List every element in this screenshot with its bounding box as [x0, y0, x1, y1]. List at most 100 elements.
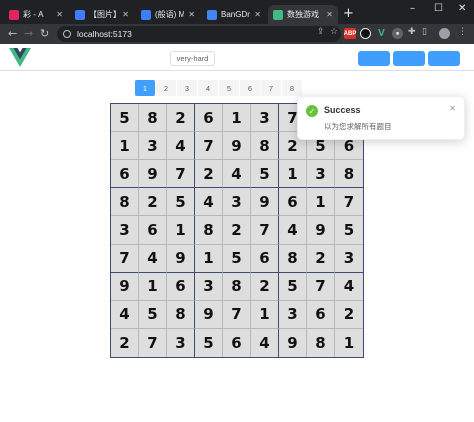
- sudoku-cell[interactable]: 9: [167, 244, 195, 273]
- header-action-button-2[interactable]: [393, 51, 425, 66]
- sudoku-cell[interactable]: 3: [195, 272, 223, 301]
- sudoku-cell[interactable]: 4: [335, 272, 363, 301]
- page-button[interactable]: 5: [219, 80, 239, 96]
- browser-tab[interactable]: 数独游戏 ✕: [268, 5, 338, 24]
- extensions-puzzle-icon[interactable]: ✚: [408, 27, 416, 37]
- sudoku-cell[interactable]: 2: [195, 160, 223, 189]
- close-icon[interactable]: ✕: [449, 104, 456, 113]
- sudoku-cell[interactable]: 6: [111, 160, 139, 189]
- browser-tab[interactable]: 彩 - A ✕: [4, 5, 68, 24]
- page-button[interactable]: 7: [261, 80, 281, 96]
- sudoku-cell[interactable]: 3: [335, 244, 363, 273]
- sudoku-cell[interactable]: 8: [139, 104, 167, 133]
- sudoku-cell[interactable]: 1: [167, 216, 195, 245]
- sudoku-cell[interactable]: 2: [307, 244, 335, 273]
- sudoku-cell[interactable]: 6: [223, 328, 251, 357]
- profile-avatar[interactable]: [439, 28, 450, 39]
- sudoku-cell[interactable]: 1: [279, 160, 307, 189]
- sudoku-cell[interactable]: 5: [195, 328, 223, 357]
- sudoku-cell[interactable]: 8: [223, 272, 251, 301]
- sudoku-cell[interactable]: 9: [111, 272, 139, 301]
- sudoku-cell[interactable]: 2: [335, 300, 363, 329]
- sudoku-cell[interactable]: 9: [223, 132, 251, 161]
- bookmark-star-icon[interactable]: ☆: [330, 27, 338, 37]
- sudoku-cell[interactable]: 2: [251, 272, 279, 301]
- sudoku-cell[interactable]: 7: [335, 188, 363, 217]
- maximize-icon[interactable]: ☐: [434, 3, 443, 14]
- close-tab-icon[interactable]: ✕: [56, 10, 63, 19]
- sudoku-cell[interactable]: 8: [335, 160, 363, 189]
- minimize-icon[interactable]: –: [410, 3, 415, 14]
- sudoku-cell[interactable]: 6: [167, 272, 195, 301]
- sudoku-cell[interactable]: 3: [111, 216, 139, 245]
- sudoku-cell[interactable]: 7: [307, 272, 335, 301]
- sudoku-cell[interactable]: 2: [167, 104, 195, 133]
- share-icon[interactable]: ⇪: [317, 27, 325, 37]
- sudoku-cell[interactable]: 5: [335, 216, 363, 245]
- page-button[interactable]: 1: [135, 80, 155, 96]
- sudoku-cell[interactable]: 3: [223, 188, 251, 217]
- sudoku-cell[interactable]: 1: [223, 104, 251, 133]
- sudoku-cell[interactable]: 1: [195, 244, 223, 273]
- page-button[interactable]: 3: [177, 80, 197, 96]
- sudoku-cell[interactable]: 3: [251, 104, 279, 133]
- sudoku-cell[interactable]: 2: [111, 328, 139, 357]
- sudoku-cell[interactable]: 3: [167, 328, 195, 357]
- sudoku-cell[interactable]: 4: [111, 300, 139, 329]
- sudoku-cell[interactable]: 2: [139, 188, 167, 217]
- browser-tab[interactable]: 【图片】[✕: [70, 5, 134, 24]
- difficulty-select[interactable]: very-hard: [170, 51, 215, 66]
- reload-icon[interactable]: ↻: [40, 27, 49, 40]
- sudoku-cell[interactable]: 9: [307, 216, 335, 245]
- sudoku-cell[interactable]: 4: [167, 132, 195, 161]
- sudoku-cell[interactable]: 4: [251, 328, 279, 357]
- close-tab-icon[interactable]: ✕: [188, 10, 195, 19]
- sudoku-cell[interactable]: 1: [307, 188, 335, 217]
- sudoku-cell[interactable]: 9: [195, 300, 223, 329]
- site-info-icon[interactable]: [63, 30, 71, 38]
- sudoku-cell[interactable]: 8: [111, 188, 139, 217]
- sudoku-cell[interactable]: 6: [279, 188, 307, 217]
- back-icon[interactable]: ←: [8, 27, 17, 40]
- sudoku-cell[interactable]: 9: [139, 160, 167, 189]
- vue-devtools-icon[interactable]: V: [376, 28, 387, 39]
- sudoku-cell[interactable]: 4: [279, 216, 307, 245]
- sudoku-cell[interactable]: 9: [251, 188, 279, 217]
- sudoku-cell[interactable]: 3: [139, 132, 167, 161]
- sudoku-cell[interactable]: 8: [307, 328, 335, 357]
- sudoku-cell[interactable]: 7: [167, 160, 195, 189]
- close-tab-icon[interactable]: ✕: [254, 10, 261, 19]
- sudoku-cell[interactable]: 1: [139, 272, 167, 301]
- sudoku-cell[interactable]: 1: [111, 132, 139, 161]
- sudoku-cell[interactable]: 8: [279, 244, 307, 273]
- forward-icon[interactable]: →: [24, 27, 33, 40]
- page-button[interactable]: 8: [282, 80, 302, 96]
- sudoku-cell[interactable]: 5: [279, 272, 307, 301]
- sudoku-cell[interactable]: 6: [195, 104, 223, 133]
- sudoku-cell[interactable]: 1: [251, 300, 279, 329]
- sudoku-cell[interactable]: 7: [223, 300, 251, 329]
- sudoku-cell[interactable]: 6: [251, 244, 279, 273]
- sudoku-cell[interactable]: 3: [307, 160, 335, 189]
- sudoku-cell[interactable]: 7: [195, 132, 223, 161]
- extension-circle-icon[interactable]: [360, 28, 371, 39]
- browser-tab[interactable]: BanGDrea ✕: [202, 5, 266, 24]
- sudoku-cell[interactable]: 4: [139, 244, 167, 273]
- new-tab-button[interactable]: +: [343, 6, 354, 21]
- close-window-icon[interactable]: ✕: [458, 3, 466, 14]
- sidebar-icon[interactable]: ▯: [422, 27, 427, 37]
- close-tab-icon[interactable]: ✕: [326, 10, 333, 19]
- url-input[interactable]: [77, 29, 277, 39]
- sudoku-cell[interactable]: 7: [139, 328, 167, 357]
- sudoku-cell[interactable]: 2: [223, 216, 251, 245]
- sudoku-cell[interactable]: 6: [139, 216, 167, 245]
- page-button[interactable]: 4: [198, 80, 218, 96]
- address-bar[interactable]: [57, 26, 341, 42]
- extension-icon[interactable]: ●: [392, 28, 403, 39]
- page-button[interactable]: 6: [240, 80, 260, 96]
- sudoku-cell[interactable]: 7: [251, 216, 279, 245]
- sudoku-cell[interactable]: 8: [195, 216, 223, 245]
- sudoku-cell[interactable]: 8: [167, 300, 195, 329]
- browser-tab[interactable]: (般语) M ✕: [136, 5, 200, 24]
- header-action-button-3[interactable]: [428, 51, 460, 66]
